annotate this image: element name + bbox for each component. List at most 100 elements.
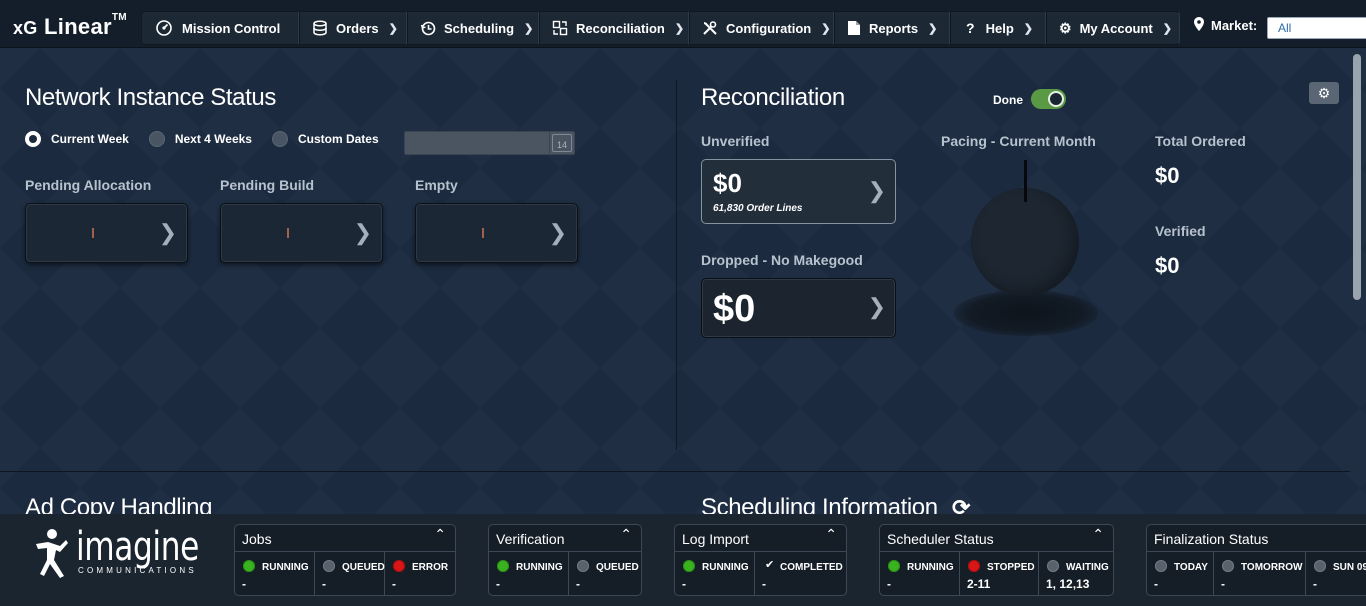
unverified-card[interactable]: $0 61,830 Order Lines ❯ [701, 159, 896, 224]
status-value: 2-11 [967, 577, 991, 591]
status-cell-stopped[interactable]: STOPPED 2-11 [960, 552, 1039, 596]
nav-label: My Account [1079, 20, 1153, 36]
status-dot-icon [888, 560, 900, 572]
radio-label: Custom Dates [297, 132, 379, 146]
dropped-card[interactable]: $0 ❯ [701, 278, 896, 338]
chevron-right-icon: ❯ [867, 294, 886, 319]
nav-label: Configuration [726, 20, 812, 36]
scheduler-status-widget: Scheduler Status ⌃ RUNNING - STOPPED 2-1… [879, 524, 1114, 596]
status-dot-icon [1222, 560, 1234, 572]
pending-build-card[interactable]: ❯ [220, 203, 383, 263]
radio-current-week[interactable]: Current Week [25, 131, 129, 147]
status-label: STOPPED [987, 562, 1035, 573]
status-cell-running[interactable]: RUNNING - [235, 552, 315, 596]
status-cell-tomorrow[interactable]: TOMORROW - [1214, 552, 1306, 596]
status-cell-waiting[interactable]: WAITING 1, 12,13 [1039, 552, 1113, 596]
status-cell-running[interactable]: RUNNING - [675, 552, 755, 596]
pending-allocation-card[interactable]: ❯ [25, 203, 188, 263]
market-label: Market: [1211, 18, 1258, 33]
pacing-gauge [971, 188, 1079, 296]
nav-label: Reconciliation [576, 20, 665, 36]
nav-reports[interactable]: Reports ❯ [834, 11, 950, 45]
status-cell-today[interactable]: TODAY - [1147, 552, 1214, 596]
custom-date-input[interactable]: 14 [404, 131, 575, 155]
widget-title: Jobs [242, 531, 272, 547]
status-label: ERROR [412, 562, 449, 573]
finalization-status-widget: Finalization Status TODAY - TOMORROW - S… [1146, 524, 1366, 596]
jobs-widget: Jobs ⌃ RUNNING - QUEUED - ERROR - [234, 524, 456, 596]
status-label: TODAY [1174, 562, 1208, 573]
loading-indicator [482, 228, 484, 238]
radio-custom-dates[interactable]: Custom Dates [271, 131, 379, 147]
pending-build-label: Pending Build [220, 177, 315, 193]
nav-my-account[interactable]: ⚙ My Account ❯ [1046, 11, 1180, 45]
status-label: RUNNING [702, 562, 749, 573]
done-toggle-label: Done [993, 93, 1023, 107]
status-dot-icon [1155, 560, 1167, 572]
nav-scheduling[interactable]: Scheduling ❯ [407, 11, 539, 45]
communications-wordmark: COMMUNICATIONS [78, 566, 197, 575]
status-cell-running[interactable]: RUNNING - [489, 552, 569, 596]
settings-button[interactable]: ⚙ [1309, 82, 1339, 104]
main-nav: Mission Control Orders ❯ Scheduling ❯ Re… [141, 11, 1180, 45]
status-value: - [242, 577, 246, 591]
pacing-gauge-shadow [954, 290, 1098, 336]
unverified-label: Unverified [701, 133, 770, 149]
app-logo[interactable]: xG LinearTM [13, 12, 127, 40]
chevron-down-icon: ❯ [821, 22, 831, 35]
nav-label: Orders [336, 20, 379, 36]
nav-configuration[interactable]: Configuration ❯ [689, 11, 834, 45]
nav-orders[interactable]: Orders ❯ [299, 11, 407, 45]
empty-card[interactable]: ❯ [415, 203, 578, 263]
status-value: - [762, 577, 766, 591]
radio-next-4-weeks[interactable]: Next 4 Weeks [148, 131, 252, 147]
chevron-right-icon: ❯ [867, 178, 886, 203]
status-value: - [682, 577, 686, 591]
status-cell-error[interactable]: ERROR - [385, 552, 455, 596]
status-dot-icon [1047, 560, 1059, 572]
radio-label: Next 4 Weeks [174, 132, 252, 146]
status-dot-icon [683, 560, 695, 572]
vertical-scrollbar[interactable] [1353, 54, 1361, 300]
status-cell-completed[interactable]: ✔ COMPLETED - [755, 552, 846, 596]
nav-reconciliation[interactable]: Reconciliation ❯ [539, 11, 689, 45]
divider [549, 132, 550, 154]
status-value: - [1221, 577, 1225, 591]
collapse-caret-icon[interactable]: ⌃ [434, 526, 446, 543]
chevron-right-icon: ❯ [548, 220, 567, 245]
chevron-down-icon: ❯ [388, 22, 398, 35]
status-dot-icon [1314, 560, 1326, 572]
status-value: - [322, 577, 326, 591]
radio-selected-icon [25, 131, 41, 147]
pacing-label: Pacing - Current Month [941, 133, 1096, 149]
date-range-radio-group: Current Week Next 4 Weeks Custom Dates [25, 131, 399, 147]
network-instance-status-title: Network Instance Status [25, 84, 276, 111]
status-cell-sun-09[interactable]: SUN 09 - [1306, 552, 1366, 596]
collapse-caret-icon[interactable]: ⌃ [825, 526, 837, 543]
status-label: QUEUED [342, 562, 385, 573]
nav-help[interactable]: ? Help ❯ [950, 11, 1046, 45]
status-value: - [1154, 577, 1158, 591]
market-input[interactable]: All [1267, 17, 1366, 39]
toggle-knob [1048, 91, 1064, 107]
top-navigation-bar: xG LinearTM Mission Control Orders ❯ Sch… [0, 0, 1366, 48]
chevron-down-icon: ❯ [1023, 22, 1033, 35]
verified-value: $0 [1155, 253, 1180, 278]
nav-label: Reports [869, 20, 919, 36]
status-cell-running[interactable]: RUNNING - [880, 552, 960, 596]
calendar-icon[interactable]: 14 [552, 134, 572, 152]
status-cell-queued[interactable]: QUEUED - [569, 552, 641, 596]
total-ordered-label: Total Ordered [1155, 133, 1246, 149]
collapse-caret-icon[interactable]: ⌃ [1092, 526, 1104, 543]
unverified-amount: $0 [713, 168, 742, 198]
imagine-communications-logo: imagine COMMUNICATIONS [30, 524, 200, 584]
status-cell-queued[interactable]: QUEUED - [315, 552, 385, 596]
status-value: - [496, 577, 500, 591]
collapse-caret-icon[interactable]: ⌃ [620, 526, 632, 543]
done-toggle[interactable] [1031, 89, 1066, 109]
chevron-right-icon: ❯ [353, 220, 372, 245]
nav-label: Scheduling [444, 20, 515, 36]
nav-mission-control[interactable]: Mission Control [141, 11, 299, 45]
pending-allocation-label: Pending Allocation [25, 177, 152, 193]
dropped-label: Dropped - No Makegood [701, 252, 863, 268]
